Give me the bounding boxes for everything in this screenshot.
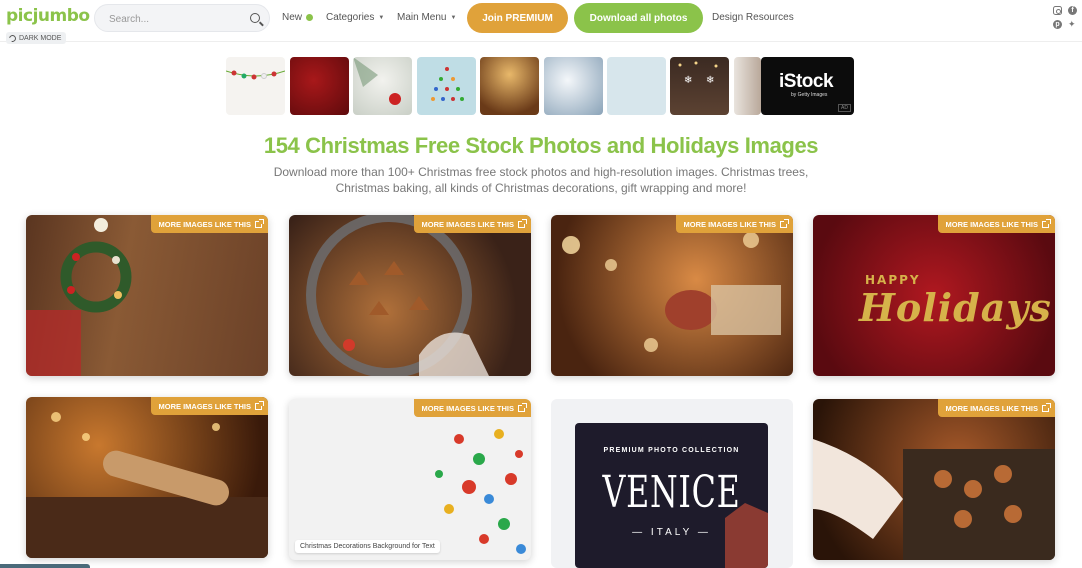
photo-card[interactable]: MORE IMAGES LIKE THIS — [551, 215, 793, 376]
caret-down-icon: ▼ — [378, 14, 385, 21]
more-images-label: MORE IMAGES LIKE THIS — [158, 219, 251, 229]
svg-text:❄: ❄ — [706, 75, 714, 86]
more-images-label: MORE IMAGES LIKE THIS — [683, 219, 776, 229]
external-link-icon — [1042, 402, 1051, 412]
search-input[interactable] — [109, 11, 239, 27]
strip-thumb-tree-light[interactable] — [353, 57, 412, 115]
search-box — [94, 4, 270, 32]
nav-categories[interactable]: Categories ▼ — [326, 12, 384, 23]
nav-design-resources-label: Design Resources — [712, 12, 794, 23]
cookies-oven-photo — [813, 439, 1055, 560]
external-link-icon — [780, 218, 789, 228]
photo-card[interactable]: MORE IMAGES LIKE THIS — [289, 215, 531, 376]
more-images-label: MORE IMAGES LIKE THIS — [421, 403, 514, 413]
photo-card[interactable]: MORE IMAGES LIKE THIS — [26, 215, 268, 376]
dark-mode-toggle[interactable]: DARK MODE — [6, 32, 67, 44]
site-logo[interactable]: picjumbo — [6, 6, 90, 26]
more-images-badge[interactable]: MORE IMAGES LIKE THIS — [938, 399, 1055, 417]
ornament-tree-image — [431, 67, 464, 101]
caret-down-icon: ▼ — [450, 14, 457, 21]
nav-categories-label: Categories — [326, 12, 375, 23]
external-link-icon — [255, 218, 264, 228]
nav-design-resources[interactable]: Design Resources — [712, 12, 794, 23]
nav-new-label: New — [282, 12, 303, 23]
join-premium-button[interactable]: Join PREMIUM — [467, 3, 568, 33]
photo-card[interactable]: MORE IMAGES LIKE THIS — [26, 397, 268, 558]
moon-icon — [7, 33, 18, 43]
istock-brand: iStock — [779, 71, 834, 92]
more-images-label: MORE IMAGES LIKE THIS — [158, 401, 251, 411]
photo-card[interactable]: MORE IMAGES LIKE THIS — [813, 399, 1055, 560]
decorations-photo — [435, 429, 526, 554]
strip-thumb-garland[interactable] — [226, 57, 285, 115]
site-header: picjumbo DARK MODE New Categories ▼ Main… — [0, 0, 1082, 44]
gift-wrapping-photo — [562, 232, 781, 352]
wreath-photo — [26, 218, 132, 376]
strip-thumb-wood-snowflakes[interactable]: ❄ ❄ — [670, 57, 729, 115]
venice-building-image — [725, 503, 768, 568]
page-description: Download more than 100+ Christmas free s… — [273, 165, 809, 195]
photo-card[interactable]: HAPPY Holidays MORE IMAGES LIKE THIS — [813, 215, 1055, 376]
more-images-badge[interactable]: MORE IMAGES LIKE THIS — [414, 215, 531, 233]
external-link-icon — [255, 400, 264, 410]
dark-mode-label: DARK MODE — [19, 34, 62, 42]
istock-sub: by Getty Images — [791, 92, 828, 98]
nav-new[interactable]: New — [282, 12, 314, 23]
page-title: 154 Christmas Free Stock Photos and Holi… — [263, 133, 819, 158]
ornament-image — [353, 57, 401, 105]
more-images-badge[interactable]: MORE IMAGES LIKE THIS — [676, 215, 793, 233]
external-link-icon — [518, 402, 527, 412]
more-images-badge[interactable]: MORE IMAGES LIKE THIS — [151, 397, 268, 415]
strip-thumb-tree-ornaments[interactable] — [417, 57, 476, 115]
more-images-badge[interactable]: MORE IMAGES LIKE THIS — [938, 215, 1055, 233]
nav-main-menu[interactable]: Main Menu ▼ — [397, 12, 456, 23]
garland-image — [226, 70, 285, 80]
more-images-badge[interactable]: MORE IMAGES LIKE THIS — [151, 215, 268, 233]
more-images-label: MORE IMAGES LIKE THIS — [945, 403, 1038, 413]
nav-main-menu-label: Main Menu — [397, 12, 447, 23]
external-link-icon — [1042, 218, 1051, 228]
instagram-icon[interactable] — [1053, 6, 1062, 15]
strip-thumb-snow[interactable] — [544, 57, 603, 115]
holidays-text: Holidays — [859, 285, 1052, 330]
more-images-label: MORE IMAGES LIKE THIS — [421, 219, 514, 229]
strip-thumb-partial[interactable] — [734, 57, 761, 115]
new-indicator-dot — [306, 14, 314, 21]
gingerbread-photo — [306, 215, 489, 376]
photo-caption: Christmas Decorations Background for Tex… — [295, 540, 440, 553]
strip-thumb-red[interactable] — [290, 57, 349, 115]
twitter-icon[interactable]: ✦ — [1068, 20, 1077, 29]
svg-text:❄: ❄ — [684, 75, 692, 86]
search-icon[interactable] — [250, 13, 260, 23]
ad-badge: AD — [838, 104, 851, 112]
facebook-icon[interactable]: f — [1068, 6, 1077, 15]
more-images-label: MORE IMAGES LIKE THIS — [945, 219, 1038, 229]
istock-ad[interactable]: iStock by Getty Images AD — [761, 57, 854, 115]
pinterest-icon[interactable]: p — [1053, 20, 1062, 29]
strip-thumb-frost[interactable] — [607, 57, 666, 115]
photo-card[interactable]: MORE IMAGES LIKE THIS — [289, 399, 531, 560]
venice-collection-banner[interactable]: PREMIUM PHOTO COLLECTION VENICE — ITALY … — [575, 423, 768, 568]
snowflake-image: ❄ ❄ — [678, 61, 718, 86]
strip-thumb-bokeh[interactable] — [480, 57, 539, 115]
baking-photo — [26, 412, 268, 558]
download-all-button[interactable]: Download all photos — [574, 3, 703, 33]
external-link-icon — [518, 218, 527, 228]
more-images-badge[interactable]: MORE IMAGES LIKE THIS — [414, 399, 531, 417]
bottom-status-bar — [0, 564, 90, 568]
